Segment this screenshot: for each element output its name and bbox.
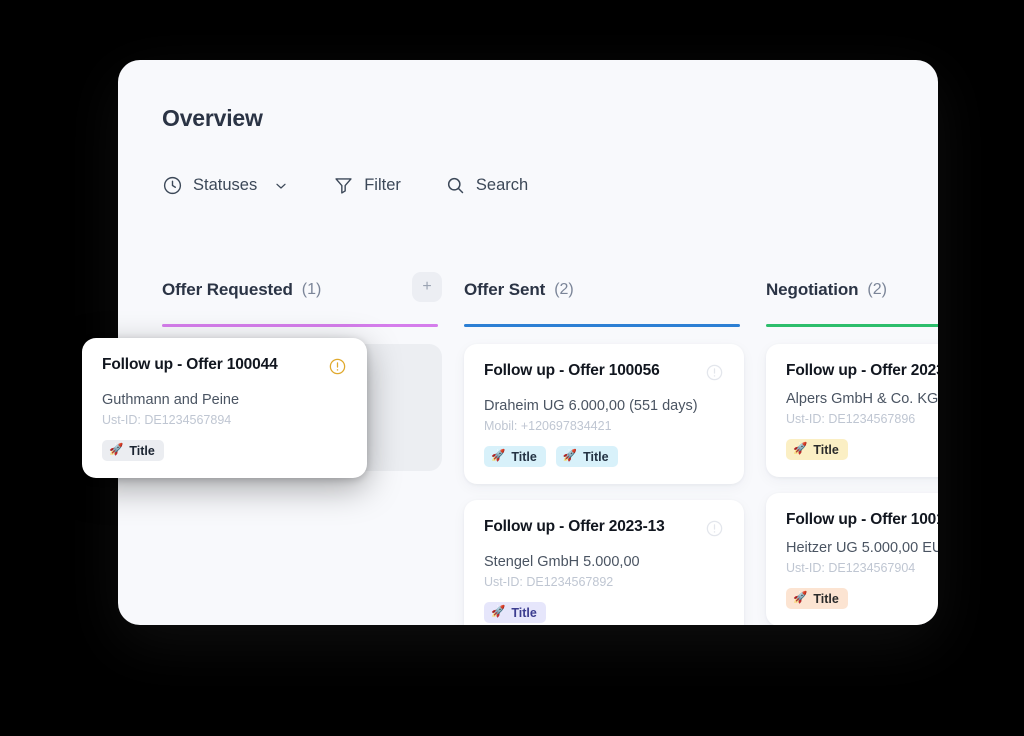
card-tag-label: Title [583, 449, 609, 464]
card-tag[interactable]: 🚀 Title [484, 602, 546, 623]
toolbar: Statuses Filter Search [162, 175, 572, 196]
card-meta: Ust-ID: DE1234567896 [786, 412, 916, 426]
rocket-icon: 🚀 [491, 449, 506, 462]
card-tag-label: Title [511, 449, 537, 464]
card-meta: Ust-ID: DE1234567894 [102, 413, 232, 427]
card-subtitle: Guthmann and Peine [102, 392, 240, 408]
search-button[interactable]: Search [445, 175, 572, 196]
column-card-list: Follow up - Offer 100056 Draheim UG 6.000… [464, 344, 744, 625]
card-title: Follow up - Offer 2023-13 [484, 518, 665, 535]
column-accent-rule [162, 324, 438, 327]
card-tag-label: Title [511, 605, 537, 620]
search-label: Search [475, 176, 529, 194]
column-count: (2) [867, 281, 887, 298]
rocket-icon: 🚀 [793, 591, 808, 604]
filter-button[interactable]: Filter [333, 175, 445, 196]
card-title: Follow up - Offer 100056 [484, 362, 660, 379]
search-icon [445, 175, 466, 196]
column-header: Offer Requested (1) [162, 270, 442, 310]
card-tags: 🚀 Title [786, 439, 938, 460]
card-title-row: Follow up - Offer 100056 [484, 362, 724, 387]
card-title-row: Follow up - Offer 100044 [102, 356, 347, 381]
column-title: Offer Requested [162, 280, 293, 299]
dragged-card[interactable]: Follow up - Offer 100044 Guthmann and Pe… [82, 338, 367, 478]
card-tags: 🚀 Title 🚀 Title [484, 446, 724, 467]
card-tags: 🚀 Title [102, 440, 347, 461]
kanban-card[interactable]: Follow up - Offer 2023 Alpers GmbH & Co. … [766, 344, 938, 477]
chevron-down-icon [273, 178, 289, 194]
card-tag[interactable]: 🚀 Title [484, 446, 546, 467]
card-meta: Ust-ID: DE1234567892 [484, 575, 614, 589]
alert-circle-icon[interactable] [328, 357, 347, 381]
card-title: Follow up - Offer 2023 [786, 362, 938, 379]
rocket-icon: 🚀 [491, 605, 506, 618]
column-count: (2) [554, 281, 574, 298]
column-accent-rule [766, 324, 938, 327]
statuses-filter-button[interactable]: Statuses [162, 175, 333, 196]
card-subtitle: Heitzer UG 5.000,00 EUR [786, 540, 938, 556]
card-tags: 🚀 Title [484, 602, 724, 623]
card-title-row: Follow up - Offer 2023-13 [484, 518, 724, 543]
kanban-card[interactable]: Follow up - Offer 1001 Heitzer UG 5.000,0… [766, 493, 938, 625]
card-subtitle: Draheim UG 6.000,00 (551 days) [484, 398, 698, 414]
alert-circle-icon[interactable] [705, 363, 724, 387]
card-title: Follow up - Offer 100044 [102, 356, 278, 373]
card-subtitle: Stengel GmbH 5.000,00 [484, 554, 640, 570]
kanban-card[interactable]: Follow up - Offer 2023-13 Stengel GmbH 5.… [464, 500, 744, 625]
card-tag[interactable]: 🚀 Title [102, 440, 164, 461]
rocket-icon: 🚀 [562, 449, 578, 462]
column-header: Negotiation (2) [766, 270, 938, 310]
column-header: Offer Sent (2) [464, 270, 744, 310]
add-card-button[interactable]: + [412, 272, 442, 302]
kanban-card[interactable]: Follow up - Offer 100056 Draheim UG 6.000… [464, 344, 744, 484]
statuses-label: Statuses [193, 176, 258, 194]
column-title: Offer Sent [464, 280, 546, 299]
rocket-icon: 🚀 [109, 443, 124, 456]
kanban-column: Offer Sent (2) Follow up - Offer 100056 Dra… [464, 270, 744, 625]
clock-icon [162, 175, 183, 196]
alert-circle-icon[interactable] [705, 519, 724, 543]
card-title-row: Follow up - Offer 1001 [786, 511, 938, 529]
funnel-icon [333, 175, 354, 196]
card-title-row: Follow up - Offer 2023 [786, 362, 938, 380]
page-title: Overview [162, 105, 263, 131]
rocket-icon: 🚀 [793, 442, 808, 455]
filter-label: Filter [364, 176, 401, 194]
card-tag-label: Title [813, 442, 839, 457]
column-count: (1) [301, 281, 322, 298]
column-accent-rule [464, 324, 740, 327]
column-card-list: Follow up - Offer 2023 Alpers GmbH & Co. … [766, 344, 938, 625]
card-tags: 🚀 Title [786, 588, 938, 609]
column-title: Negotiation [766, 280, 859, 299]
card-tag[interactable]: 🚀 Title [786, 588, 848, 609]
card-title: Follow up - Offer 1001 [786, 511, 938, 528]
card-tag[interactable]: 🚀 Title [555, 446, 618, 467]
card-meta: Mobil: +120697834421 [484, 419, 612, 433]
card-tag-label: Title [813, 591, 839, 606]
card-meta: Ust-ID: DE1234567904 [786, 561, 916, 575]
card-tag-label: Title [129, 443, 155, 458]
kanban-column: Negotiation (2) Follow up - Offer 2023 Alpe… [766, 270, 938, 625]
card-tag[interactable]: 🚀 Title [786, 439, 848, 460]
card-subtitle: Alpers GmbH & Co. KG [786, 391, 938, 407]
